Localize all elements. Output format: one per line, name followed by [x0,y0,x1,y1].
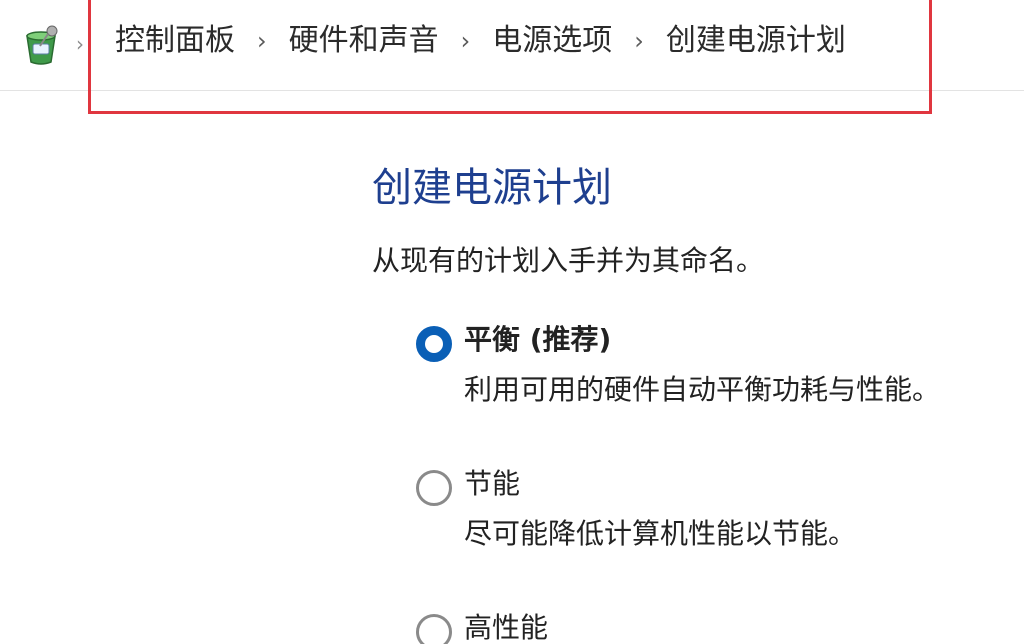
plan-option-power-saver[interactable]: 节能 尽可能降低计算机性能以节能。 [416,462,1016,606]
page-title: 创建电源计划 [372,165,612,211]
breadcrumb-root-chevron-icon[interactable]: › [76,34,84,54]
plan-description: 尽可能降低计算机性能以节能。 [464,517,857,550]
radio-balanced[interactable] [416,326,452,362]
breadcrumb-item-create-power-plan: 创建电源计划 [665,23,846,58]
breadcrumb: 控制面板 › 硬件和声音 › 电源选项 › 创建电源计划 [88,0,932,114]
radio-high-performance[interactable] [416,614,452,644]
plan-name[interactable]: 节能 [464,462,520,506]
breadcrumb-chevron-icon[interactable]: › [461,21,471,61]
plan-name[interactable]: 高性能 [464,606,548,644]
plan-list: 平衡 (推荐) 利用可用的硬件自动平衡功耗与性能。 节能 尽可能降低计算机性能以… [416,318,1016,644]
control-panel-icon[interactable] [18,22,64,68]
create-power-plan-window: › 控制面板 › 硬件和声音 › 电源选项 › 创建电源计划 创建电源计划 从现… [0,0,1024,644]
breadcrumb-chevron-icon[interactable]: › [634,21,644,61]
radio-power-saver[interactable] [416,470,452,506]
breadcrumb-item-hardware-sound[interactable]: 硬件和声音 [289,21,439,61]
plan-option-balanced[interactable]: 平衡 (推荐) 利用可用的硬件自动平衡功耗与性能。 [416,318,1016,462]
page-description: 从现有的计划入手并为其命名。 [372,244,765,277]
main-content: 创建电源计划 从现有的计划入手并为其命名。 [372,160,1012,280]
plan-option-high-performance[interactable]: 高性能 [416,606,1016,644]
breadcrumb-chevron-icon[interactable]: › [257,21,267,61]
plan-name[interactable]: 平衡 (推荐) [464,318,611,362]
breadcrumb-item-power-options[interactable]: 电源选项 [492,21,612,61]
breadcrumb-item-control-panel[interactable]: 控制面板 [115,21,235,61]
address-bar: › 控制面板 › 硬件和声音 › 电源选项 › 创建电源计划 [0,0,1024,114]
plan-description: 利用可用的硬件自动平衡功耗与性能。 [464,373,941,406]
